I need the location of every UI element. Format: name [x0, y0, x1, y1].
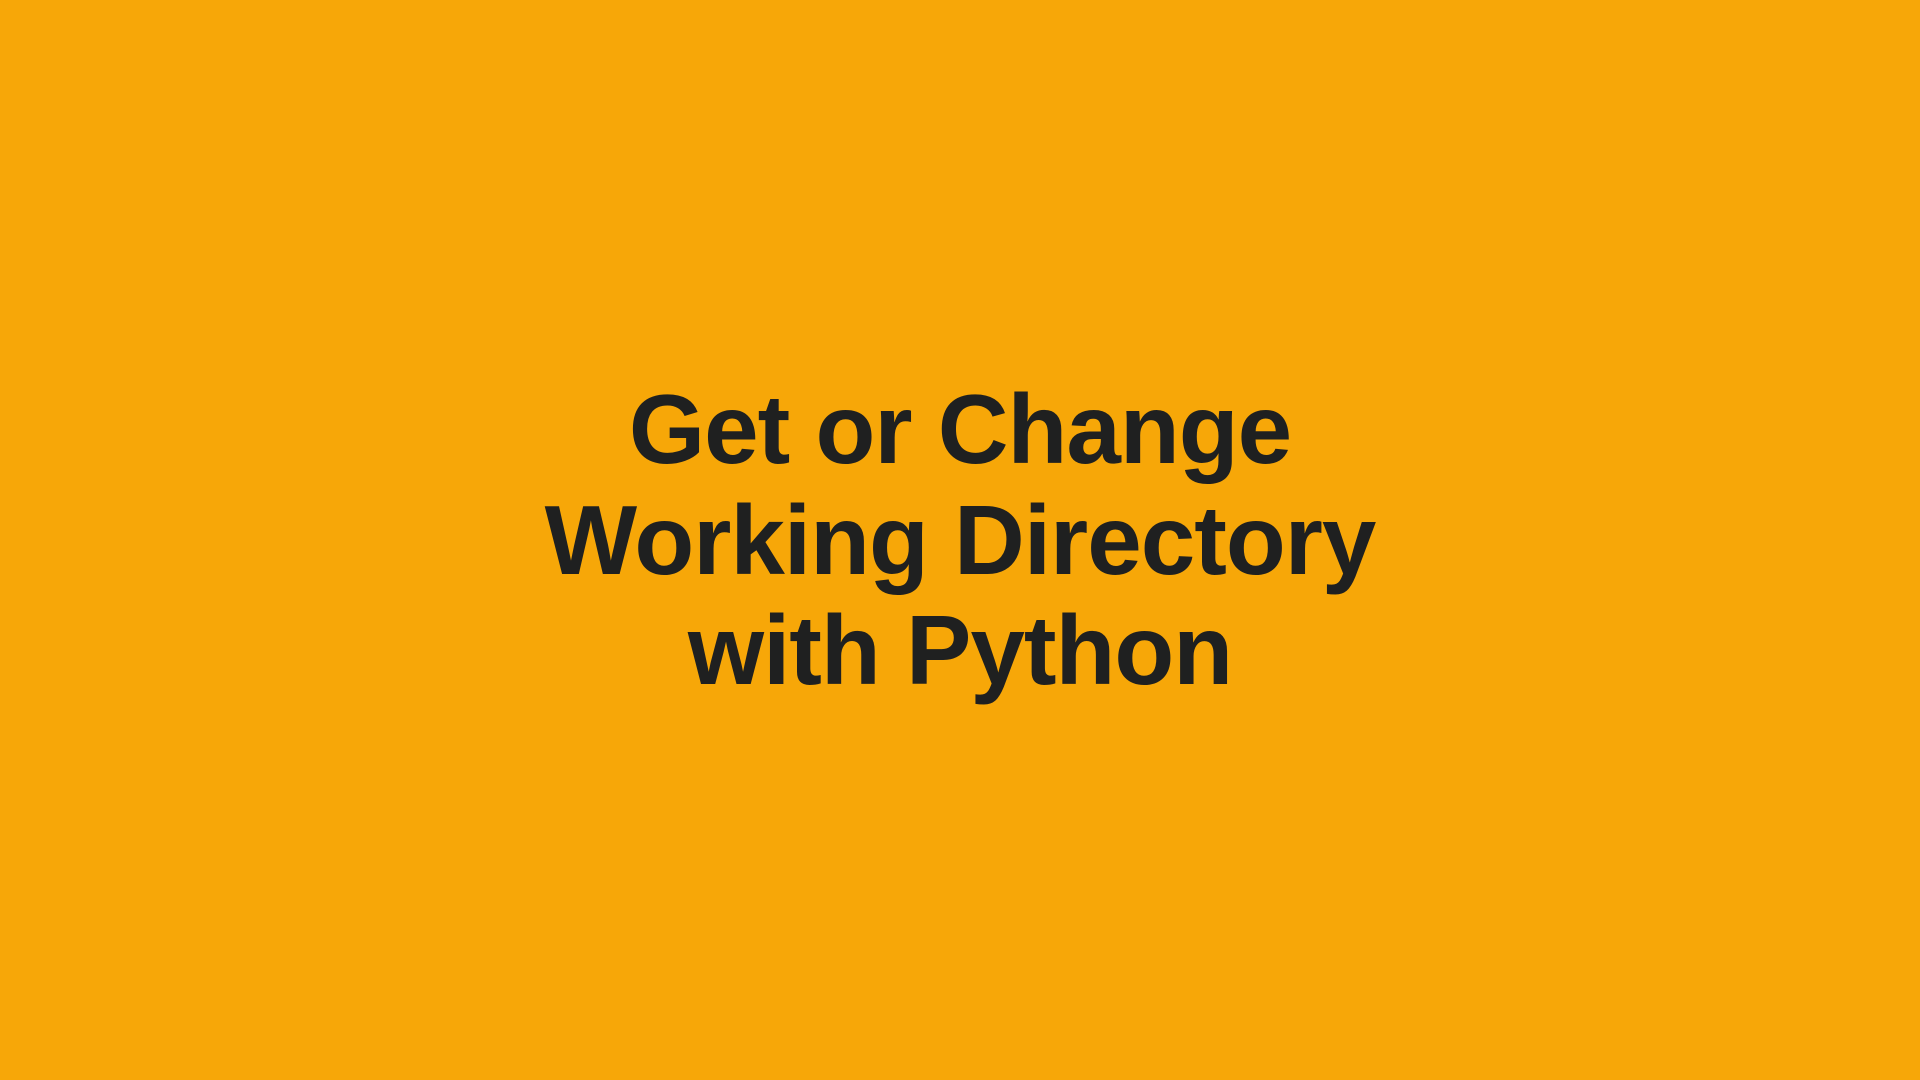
page-title: Get or Change Working Directory with Pyt… — [545, 374, 1376, 706]
title-line-2: Working Directory — [545, 485, 1376, 596]
title-line-3: with Python — [545, 595, 1376, 706]
title-line-1: Get or Change — [545, 374, 1376, 485]
